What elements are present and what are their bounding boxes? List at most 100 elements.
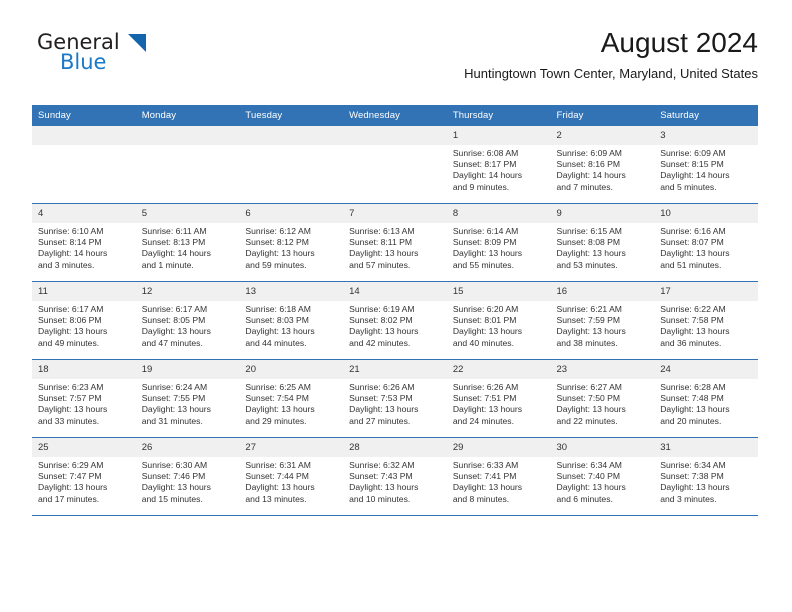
day-cell-content: 15 Sunrise: 6:20 AM Sunset: 8:01 PM Dayligh… [446, 282, 551, 359]
day-cell-content: 21 Sunrise: 6:26 AM Sunset: 7:53 PM Dayligh… [343, 360, 447, 437]
day-sun-info-line: Daylight: 14 hours [556, 170, 626, 181]
page-header: General Blue August 2024 Huntingtown Tow… [32, 26, 758, 98]
day-sun-info-line: Sunrise: 6:26 AM [349, 382, 415, 392]
day-sun-info [32, 145, 136, 148]
day-sun-info-line: Daylight: 13 hours [556, 404, 626, 415]
day-number: 11 [32, 282, 136, 301]
calendar-day-cell[interactable]: 8 Sunrise: 6:14 AM Sunset: 8:09 PM Daylight… [446, 203, 551, 282]
day-number: 24 [654, 360, 758, 379]
calendar-day-cell[interactable]: 11 Sunrise: 6:17 AM Sunset: 8:06 PM Dayligh… [32, 281, 136, 360]
calendar-day-cell[interactable]: 23 Sunrise: 6:27 AM Sunset: 7:50 PM Dayligh… [550, 359, 655, 438]
day-number: 18 [32, 360, 136, 379]
day-sun-info-line: and 44 minutes. [245, 337, 307, 348]
sunrise-sunset-calendar-table: Sunday Monday Tuesday Wednesday Thursday Frid… [32, 105, 758, 516]
day-sun-info-line: Daylight: 14 hours [452, 170, 523, 181]
calendar-day-cell[interactable]: 29 Sunrise: 6:33 AM Sunset: 7:41 PM Dayligh… [446, 437, 551, 516]
calendar-day-cell[interactable]: 17 Sunrise: 6:22 AM Sunset: 7:58 PM Dayligh… [654, 281, 758, 360]
page-subtitle: Huntingtown Town Center, Maryland, Unite… [464, 66, 758, 81]
calendar-day-cell[interactable]: 7 Sunrise: 6:13 AM Sunset: 8:11 PM Daylight… [343, 203, 447, 282]
day-sun-info-line: Sunrise: 6:30 AM [141, 460, 208, 470]
weekday-header-row: Sunday Monday Tuesday Wednesday Thursday Frid… [32, 105, 758, 126]
day-sun-info-line: Sunset: 8:17 PM [452, 159, 517, 170]
calendar-week-row: 1 Sunrise: 6:08 AM Sunset: 8:17 PM Daylight… [32, 126, 758, 204]
day-sun-info: Sunrise: 6:27 AM Sunset: 7:50 PM Daylight:… [551, 379, 655, 427]
day-cell-content: 23 Sunrise: 6:27 AM Sunset: 7:50 PM Dayligh… [550, 360, 655, 437]
day-sun-info-line: and 3 minutes. [38, 259, 95, 270]
day-sun-info-line: Sunset: 7:55 PM [141, 393, 206, 404]
day-sun-info-line: and 33 minutes. [38, 415, 100, 426]
calendar-day-cell[interactable]: 15 Sunrise: 6:20 AM Sunset: 8:01 PM Dayligh… [446, 281, 551, 360]
day-sun-info-line: Sunrise: 6:14 AM [452, 226, 519, 236]
calendar-day-cell[interactable]: 4 Sunrise: 6:10 AM Sunset: 8:14 PM Daylight… [32, 203, 136, 282]
day-sun-info-line: Sunrise: 6:32 AM [349, 460, 415, 470]
day-sun-info-line: and 3 minutes. [660, 493, 717, 504]
weekday-header-tuesday: Tuesday [239, 105, 344, 126]
day-sun-info-line: Sunset: 8:11 PM [349, 237, 413, 248]
day-number: 15 [446, 282, 551, 301]
calendar-day-cell[interactable]: 31 Sunrise: 6:34 AM Sunset: 7:38 PM Dayligh… [654, 437, 758, 516]
day-number: 1 [446, 126, 551, 145]
day-sun-info-line: Daylight: 13 hours [245, 482, 315, 493]
day-number: 31 [654, 438, 758, 457]
day-sun-info: Sunrise: 6:17 AM Sunset: 8:06 PM Daylight:… [32, 301, 136, 349]
day-number: 2 [550, 126, 655, 145]
day-sun-info: Sunrise: 6:34 AM Sunset: 7:40 PM Daylight:… [551, 457, 655, 505]
day-sun-info-line: Sunrise: 6:11 AM [141, 226, 207, 236]
day-sun-info-line: Sunrise: 6:21 AM [556, 304, 622, 314]
weekday-header-saturday: Saturday [654, 105, 758, 126]
day-sun-info: Sunrise: 6:16 AM Sunset: 8:07 PM Daylight:… [654, 223, 758, 271]
day-number: 26 [135, 438, 240, 457]
calendar-day-cell[interactable]: 13 Sunrise: 6:18 AM Sunset: 8:03 PM Dayligh… [239, 281, 344, 360]
day-sun-info-line: Sunset: 7:41 PM [452, 471, 517, 482]
day-sun-info-line: Sunrise: 6:28 AM [660, 382, 726, 392]
day-sun-info: Sunrise: 6:34 AM Sunset: 7:38 PM Daylight:… [654, 457, 758, 505]
calendar-day-cell[interactable]: 30 Sunrise: 6:34 AM Sunset: 7:40 PM Dayligh… [550, 437, 655, 516]
day-sun-info-line: Sunrise: 6:17 AM [141, 304, 208, 314]
calendar-day-cell[interactable]: 3 Sunrise: 6:09 AM Sunset: 8:15 PM Daylight… [654, 126, 758, 204]
day-cell-content: 16 Sunrise: 6:21 AM Sunset: 7:59 PM Dayligh… [550, 282, 655, 359]
weekday-header-wednesday: Wednesday [343, 105, 447, 126]
calendar-day-cell[interactable]: 21 Sunrise: 6:26 AM Sunset: 7:53 PM Dayligh… [343, 359, 447, 438]
day-sun-info: Sunrise: 6:28 AM Sunset: 7:48 PM Daylight:… [654, 379, 758, 427]
calendar-day-cell[interactable]: 22 Sunrise: 6:26 AM Sunset: 7:51 PM Dayligh… [446, 359, 551, 438]
day-number: 17 [654, 282, 758, 301]
day-sun-info-line: and 27 minutes. [349, 415, 411, 426]
calendar-day-cell[interactable]: 10 Sunrise: 6:16 AM Sunset: 8:07 PM Dayligh… [654, 203, 758, 282]
general-blue-logo[interactable]: General Blue [32, 30, 252, 82]
calendar-day-cell[interactable]: 24 Sunrise: 6:28 AM Sunset: 7:48 PM Dayligh… [654, 359, 758, 438]
day-cell-content [343, 126, 447, 203]
calendar-day-cell[interactable]: 28 Sunrise: 6:32 AM Sunset: 7:43 PM Dayligh… [343, 437, 447, 516]
calendar-empty-cell [343, 126, 447, 204]
day-number [32, 126, 136, 145]
day-cell-content: 31 Sunrise: 6:34 AM Sunset: 7:38 PM Dayligh… [654, 438, 758, 515]
calendar-day-cell[interactable]: 25 Sunrise: 6:29 AM Sunset: 7:47 PM Dayligh… [32, 437, 136, 516]
calendar-day-cell[interactable]: 12 Sunrise: 6:17 AM Sunset: 8:05 PM Dayligh… [135, 281, 240, 360]
day-number: 25 [32, 438, 136, 457]
calendar-day-cell[interactable]: 9 Sunrise: 6:15 AM Sunset: 8:08 PM Daylight… [550, 203, 655, 282]
day-cell-content: 28 Sunrise: 6:32 AM Sunset: 7:43 PM Dayligh… [343, 438, 447, 515]
calendar-day-cell[interactable]: 2 Sunrise: 6:09 AM Sunset: 8:16 PM Daylight… [550, 126, 655, 204]
calendar-day-cell[interactable]: 18 Sunrise: 6:23 AM Sunset: 7:57 PM Dayligh… [32, 359, 136, 438]
day-cell-content: 18 Sunrise: 6:23 AM Sunset: 7:57 PM Dayligh… [32, 360, 136, 437]
calendar-empty-cell [239, 126, 344, 204]
day-cell-content: 4 Sunrise: 6:10 AM Sunset: 8:14 PM Daylight… [32, 204, 136, 281]
calendar-day-cell[interactable]: 5 Sunrise: 6:11 AM Sunset: 8:13 PM Daylight… [135, 203, 240, 282]
day-sun-info: Sunrise: 6:23 AM Sunset: 7:57 PM Daylight:… [32, 379, 136, 427]
day-sun-info-line: Sunset: 8:07 PM [660, 237, 724, 248]
calendar-day-cell[interactable]: 1 Sunrise: 6:08 AM Sunset: 8:17 PM Daylight… [446, 126, 551, 204]
calendar-day-cell[interactable]: 14 Sunrise: 6:19 AM Sunset: 8:02 PM Dayligh… [343, 281, 447, 360]
calendar-day-cell[interactable]: 16 Sunrise: 6:21 AM Sunset: 7:59 PM Dayligh… [550, 281, 655, 360]
day-sun-info: Sunrise: 6:32 AM Sunset: 7:43 PM Daylight:… [343, 457, 447, 505]
day-sun-info-line: and 29 minutes. [245, 415, 307, 426]
day-sun-info: Sunrise: 6:25 AM Sunset: 7:54 PM Daylight:… [239, 379, 343, 427]
day-sun-info-line: Sunrise: 6:26 AM [452, 382, 519, 392]
day-sun-info-line: Daylight: 13 hours [245, 248, 315, 259]
day-sun-info-line: Sunrise: 6:19 AM [349, 304, 415, 314]
calendar-day-cell[interactable]: 19 Sunrise: 6:24 AM Sunset: 7:55 PM Dayligh… [135, 359, 240, 438]
day-sun-info: Sunrise: 6:12 AM Sunset: 8:12 PM Daylight:… [239, 223, 343, 271]
calendar-day-cell[interactable]: 6 Sunrise: 6:12 AM Sunset: 8:12 PM Daylight… [239, 203, 344, 282]
calendar-day-cell[interactable]: 20 Sunrise: 6:25 AM Sunset: 7:54 PM Dayligh… [239, 359, 344, 438]
calendar-day-cell[interactable]: 27 Sunrise: 6:31 AM Sunset: 7:44 PM Dayligh… [239, 437, 344, 516]
day-sun-info-line: Daylight: 13 hours [660, 482, 730, 493]
calendar-day-cell[interactable]: 26 Sunrise: 6:30 AM Sunset: 7:46 PM Dayligh… [135, 437, 240, 516]
